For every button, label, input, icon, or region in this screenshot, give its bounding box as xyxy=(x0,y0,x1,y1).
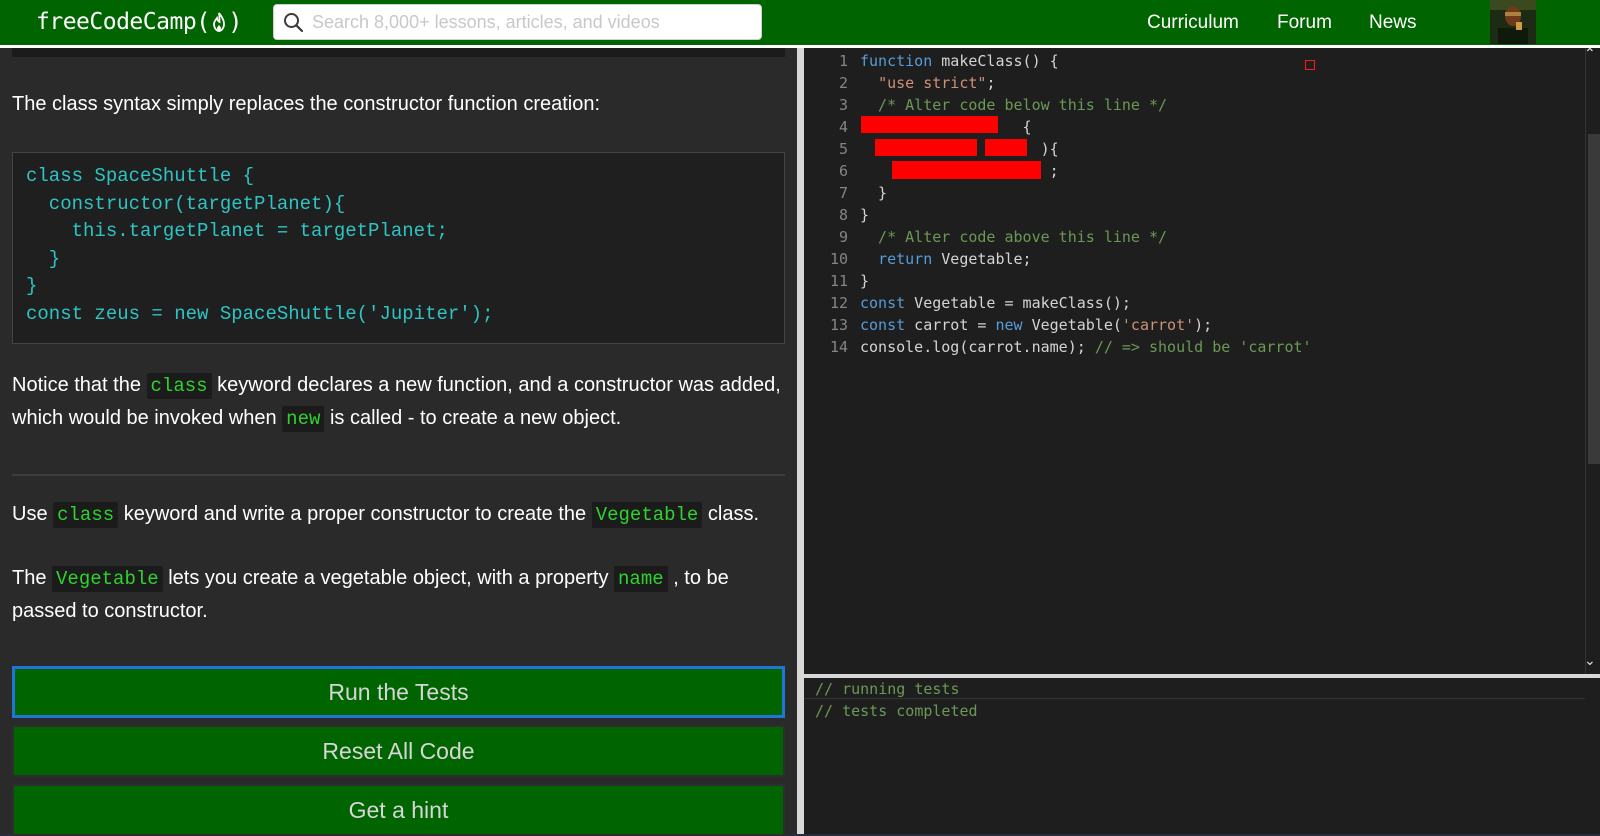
inline-code-class: class xyxy=(53,502,119,528)
get-hint-button[interactable]: Get a hint xyxy=(12,784,785,836)
redaction-box xyxy=(985,139,1027,156)
console-line: // tests completed xyxy=(815,702,978,720)
line-number: 3 xyxy=(838,96,848,114)
cursor-marker xyxy=(1305,60,1315,70)
inline-code-vegetable: Vegetable xyxy=(591,502,703,528)
task-paragraph-2: The Vegetable lets you create a vegetabl… xyxy=(12,566,729,622)
inline-code-new: new xyxy=(282,406,325,432)
line-code: console.log(carrot.name); // => should b… xyxy=(860,338,1312,356)
line-number: 12 xyxy=(829,294,848,312)
line-number: 1 xyxy=(838,52,848,70)
line-number: 11 xyxy=(829,272,848,290)
console-line: // running tests xyxy=(815,680,960,698)
line-number: 4 xyxy=(838,118,848,136)
test-console: // running tests // tests completed xyxy=(804,678,1600,834)
section-divider xyxy=(12,474,785,476)
editor-line[interactable]: 12 const Vegetable = makeClass(); xyxy=(804,292,1594,314)
console-separator xyxy=(804,698,1585,699)
line-number: 10 xyxy=(829,250,848,268)
redaction-box xyxy=(875,139,977,156)
example-code: class SpaceShuttle { constructor(targetP… xyxy=(26,165,494,325)
line-code: function makeClass() { xyxy=(860,52,1059,70)
inline-code-vegetable: Vegetable xyxy=(52,566,163,592)
line-number: 13 xyxy=(829,316,848,334)
intro-text: The class syntax simply replaces the con… xyxy=(12,93,601,115)
line-code: } xyxy=(860,184,888,202)
line-number: 9 xyxy=(838,228,848,246)
line-code: const Vegetable = makeClass(); xyxy=(860,294,1131,312)
redaction-box xyxy=(861,116,998,133)
line-number: 7 xyxy=(838,184,848,202)
example-code-block: class SpaceShuttle { constructor(targetP… xyxy=(12,152,785,344)
editor-line[interactable]: 1 function makeClass() { xyxy=(804,50,1594,72)
nav-curriculum-link[interactable]: Curriculum xyxy=(1147,12,1239,34)
inline-code-name: name xyxy=(614,566,668,592)
logo-text: freeCodeCamp xyxy=(36,9,197,35)
line-number: 2 xyxy=(838,74,848,92)
scrollbar-thumb[interactable] xyxy=(1588,134,1600,464)
notice-paragraph: Notice that the class keyword declares a… xyxy=(12,373,781,432)
line-code: const carrot = new Vegetable('carrot'); xyxy=(860,316,1213,334)
editor-line[interactable]: 10 return Vegetable; xyxy=(804,248,1594,270)
search-icon xyxy=(284,13,304,33)
line-code: return Vegetable; xyxy=(878,250,1032,268)
line-code: } xyxy=(860,272,870,290)
search-input[interactable] xyxy=(310,10,754,34)
editor-line[interactable]: 3 /* Alter code below this line */ xyxy=(804,94,1594,116)
line-number: 6 xyxy=(838,162,848,180)
lesson-pane[interactable]: The class syntax simply replaces the con… xyxy=(0,48,797,836)
pane-splitter[interactable] xyxy=(797,48,804,834)
flame-icon xyxy=(213,12,226,32)
line-number: 14 xyxy=(829,338,848,356)
editor-line[interactable]: 9 /* Alter code above this line */ xyxy=(804,226,1594,248)
fcc-logo[interactable]: freeCodeCamp ( ) xyxy=(36,6,243,38)
line-number: 5 xyxy=(838,140,848,158)
editor-scrollbar[interactable] xyxy=(1585,48,1600,674)
line-number: 8 xyxy=(838,206,848,224)
editor-line[interactable]: 11} xyxy=(804,270,1594,292)
editor-line[interactable]: 14 console.log(carrot.name); // => should… xyxy=(804,336,1594,358)
line-code: /* Alter code below this line */ xyxy=(860,96,1168,114)
line-code: } xyxy=(860,206,870,224)
editor-line[interactable]: 8} xyxy=(804,204,1594,226)
run-tests-button[interactable]: Run the Tests xyxy=(12,666,785,718)
reset-code-button[interactable]: Reset All Code xyxy=(12,725,785,777)
logo-open-paren: ( xyxy=(196,8,211,36)
logo-close-paren: ) xyxy=(228,8,243,36)
previous-code-block-edge xyxy=(12,48,785,57)
line-code: /* Alter code above this line */ xyxy=(860,228,1168,246)
inline-code-class: class xyxy=(146,373,212,399)
redaction-box xyxy=(892,161,1041,179)
search-box[interactable] xyxy=(273,4,762,40)
avatar-image xyxy=(1490,0,1536,44)
user-avatar[interactable] xyxy=(1490,0,1536,44)
editor-line[interactable]: 13 const carrot = new Vegetable('carrot')… xyxy=(804,314,1594,336)
task-paragraph-1: Use class keyword and write a proper con… xyxy=(12,502,760,528)
scroll-down-icon[interactable]: ⌄ xyxy=(1584,653,1596,669)
editor-line[interactable]: 7 } xyxy=(804,182,1594,204)
line-code: "use strict"; xyxy=(878,74,996,92)
scroll-up-icon[interactable]: ⌃ xyxy=(1584,46,1596,62)
top-nav: freeCodeCamp ( ) Curriculum Forum News xyxy=(0,0,1600,45)
nav-forum-link[interactable]: Forum xyxy=(1277,12,1332,34)
nav-news-link[interactable]: News xyxy=(1369,12,1417,34)
editor-line[interactable]: 2 "use strict"; xyxy=(804,72,1594,94)
